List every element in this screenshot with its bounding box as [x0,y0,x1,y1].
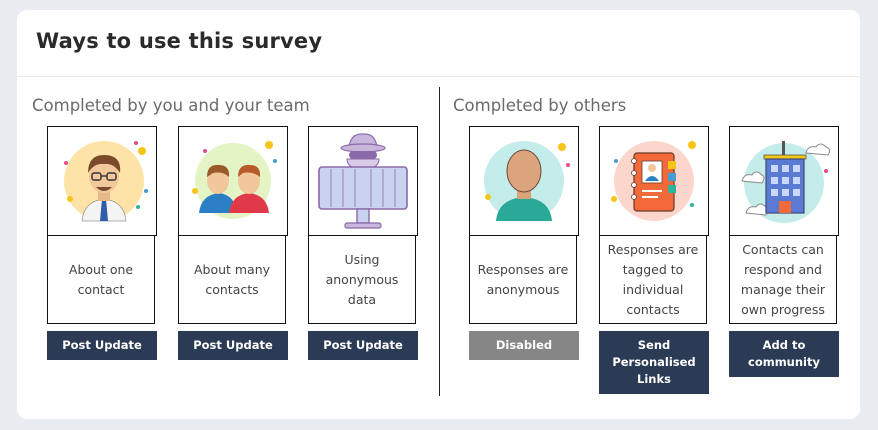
add-to-community-button[interactable]: Add to community [729,331,839,377]
option-image [47,126,157,236]
section-divider [439,87,440,396]
option-description: Using anonymous data [308,236,416,324]
option-about-one-contact: About one contact Post Update [47,126,157,360]
anonymous-person-icon [484,141,570,221]
community-building-icon [741,141,831,223]
option-description: About many contacts [178,236,286,324]
option-description: Responses are tagged to individual conta… [599,236,707,324]
option-responses-anonymous: Responses are anonymous Disabled [469,126,579,360]
option-image [729,126,839,236]
option-image [469,126,579,236]
option-description: About one contact [47,236,155,324]
send-personalised-links-button[interactable]: Send Personalised Links [599,331,709,394]
card-title: Ways to use this survey [36,29,323,53]
option-tagged-contacts: Responses are tagged to individual conta… [599,126,709,394]
contact-book-icon [611,141,696,221]
section-title-team: Completed by you and your team [32,96,310,115]
option-description: Contacts can respond and manage their ow… [729,236,837,324]
post-update-button[interactable]: Post Update [47,331,157,360]
disabled-button: Disabled [469,331,579,360]
option-image [178,126,288,236]
header-divider [17,76,860,77]
post-update-button[interactable]: Post Update [308,331,418,360]
option-community: Contacts can respond and manage their ow… [729,126,839,377]
option-image [599,126,709,236]
anonymous-spy-icon [318,133,408,229]
option-using-anonymous-data: Using anonymous data Post Update [308,126,418,360]
single-person-icon [64,141,148,222]
option-image [308,126,418,236]
ways-to-use-card: Ways to use this survey Completed by you… [17,10,860,419]
option-about-many-contacts: About many contacts Post Update [178,126,288,360]
option-description: Responses are anonymous [469,236,577,324]
two-people-icon [192,141,277,219]
section-title-others: Completed by others [453,96,627,115]
post-update-button[interactable]: Post Update [178,331,288,360]
